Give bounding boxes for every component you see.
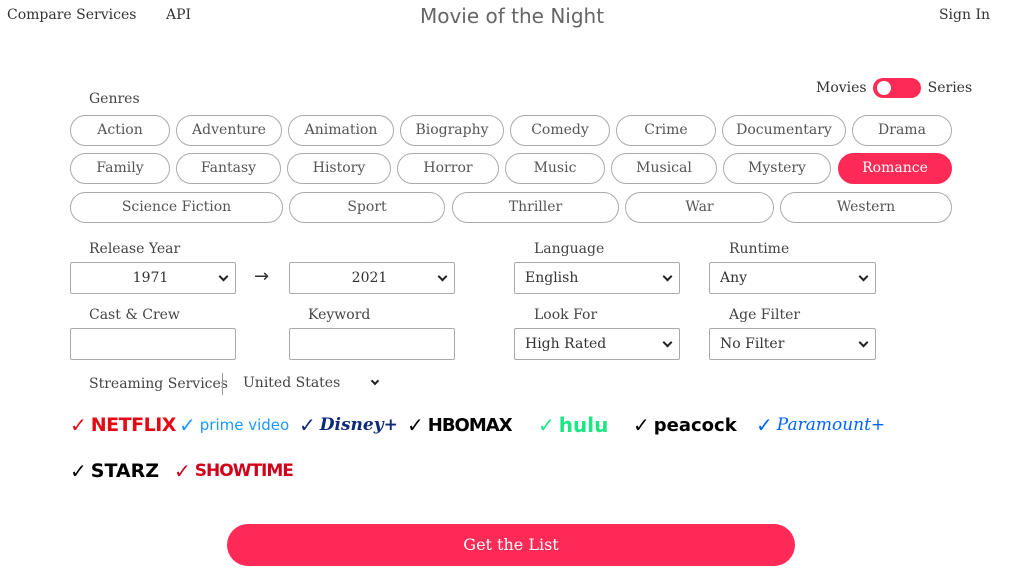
genre-action[interactable]: Action: [70, 115, 170, 146]
showtime-logo: SHOWTIME: [194, 461, 294, 481]
genre-horror[interactable]: Horror: [397, 153, 499, 184]
service-disney-plus[interactable]: ✓ Disney+: [299, 410, 398, 440]
toggle-knob: [876, 81, 891, 95]
keyword-input[interactable]: [289, 328, 455, 360]
release-year-to-select[interactable]: 2021: [289, 262, 455, 294]
sign-in-link[interactable]: Sign In: [939, 7, 990, 23]
release-year-from-select[interactable]: 1971: [70, 262, 236, 294]
service-netflix[interactable]: ✓ NETFLIX: [70, 410, 176, 440]
get-the-list-button[interactable]: Get the List: [227, 524, 795, 566]
checkmark-icon: ✓: [70, 459, 87, 483]
genre-war[interactable]: War: [625, 192, 774, 223]
checkmark-icon: ✓: [174, 459, 191, 483]
checkmark-icon: ✓: [70, 413, 87, 437]
country-select[interactable]: United States: [243, 375, 380, 391]
arrow-right-icon: →: [254, 266, 270, 287]
divider: [222, 373, 223, 395]
genre-fantasy[interactable]: Fantasy: [176, 153, 281, 184]
genre-romance[interactable]: Romance: [838, 153, 952, 184]
release-year-to-value: 2021: [351, 270, 388, 286]
genre-western[interactable]: Western: [780, 192, 952, 223]
cast-crew-label: Cast & Crew: [89, 307, 180, 323]
genre-family[interactable]: Family: [70, 153, 170, 184]
movies-label: Movies: [816, 80, 867, 96]
runtime-label: Runtime: [729, 241, 790, 257]
genre-music[interactable]: Music: [505, 153, 605, 184]
checkmark-icon: ✓: [538, 413, 555, 437]
release-year-from-value: 1971: [132, 270, 169, 286]
genre-adventure[interactable]: Adventure: [176, 115, 282, 146]
cast-crew-input[interactable]: [70, 328, 236, 360]
starz-logo: STARZ: [90, 460, 160, 482]
hbo-max-logo: HBOMAX: [427, 414, 513, 436]
chevron-down-icon: [218, 271, 229, 281]
chevron-down-icon: [858, 337, 869, 347]
runtime-select[interactable]: Any: [709, 262, 876, 294]
hulu-logo: hulu: [558, 413, 609, 437]
service-showtime[interactable]: ✓ SHOWTIME: [174, 456, 294, 486]
checkmark-icon: ✓: [179, 413, 196, 437]
site-title: Movie of the Night: [419, 4, 605, 28]
prime-video-logo: prime video: [199, 416, 290, 434]
genre-mystery[interactable]: Mystery: [723, 153, 831, 184]
service-prime-video[interactable]: ✓ prime video: [179, 410, 289, 440]
genre-animation[interactable]: Animation: [288, 115, 394, 146]
service-hulu[interactable]: ✓ hulu: [538, 410, 608, 440]
keyword-label: Keyword: [308, 307, 371, 323]
look-for-label: Look For: [534, 307, 598, 323]
checkmark-icon: ✓: [756, 413, 773, 437]
language-select[interactable]: English: [514, 262, 680, 294]
genre-sport[interactable]: Sport: [289, 192, 445, 223]
runtime-value: Any: [720, 270, 748, 286]
chevron-down-icon: [858, 271, 869, 281]
genre-crime[interactable]: Crime: [616, 115, 716, 146]
look-for-value: High Rated: [525, 336, 607, 352]
disney-plus-logo: Disney+: [319, 415, 398, 435]
streaming-services-label: Streaming Services: [89, 376, 228, 392]
look-for-select[interactable]: High Rated: [514, 328, 680, 360]
service-hbo-max[interactable]: ✓ HBOMAX: [407, 410, 513, 440]
peacock-logo: peacock: [653, 414, 737, 436]
genre-thriller[interactable]: Thriller: [452, 192, 619, 223]
content-type-toggle[interactable]: [872, 78, 921, 98]
genre-comedy[interactable]: Comedy: [510, 115, 610, 146]
genre-history[interactable]: History: [287, 153, 391, 184]
series-label: Series: [927, 80, 973, 96]
content-type-toggle-group: Movies Series: [816, 78, 972, 98]
age-filter-value: No Filter: [720, 336, 785, 352]
service-paramount-plus[interactable]: ✓ Paramount+: [756, 410, 885, 440]
genre-science-fiction[interactable]: Science Fiction: [70, 192, 283, 223]
chevron-down-icon: [662, 271, 673, 281]
language-label: Language: [534, 241, 605, 257]
genres-label: Genres: [89, 91, 140, 107]
genre-musical[interactable]: Musical: [611, 153, 717, 184]
chevron-down-icon: [662, 337, 673, 347]
age-filter-select[interactable]: No Filter: [709, 328, 876, 360]
checkmark-icon: ✓: [299, 413, 316, 437]
genre-documentary[interactable]: Documentary: [722, 115, 846, 146]
language-value: English: [525, 270, 579, 286]
chevron-down-icon: [437, 271, 448, 281]
service-starz[interactable]: ✓ STARZ: [70, 456, 159, 486]
age-filter-label: Age Filter: [729, 307, 801, 323]
paramount-plus-logo: Paramount+: [776, 415, 886, 435]
checkmark-icon: ✓: [407, 413, 424, 437]
country-value: United States: [243, 375, 341, 391]
netflix-logo: NETFLIX: [90, 414, 177, 436]
genre-biography[interactable]: Biography: [400, 115, 504, 146]
service-peacock[interactable]: ✓ peacock: [633, 410, 737, 440]
release-year-label: Release Year: [89, 241, 181, 257]
chevron-down-icon: [371, 376, 380, 386]
genre-drama[interactable]: Drama: [852, 115, 952, 146]
checkmark-icon: ✓: [633, 413, 650, 437]
